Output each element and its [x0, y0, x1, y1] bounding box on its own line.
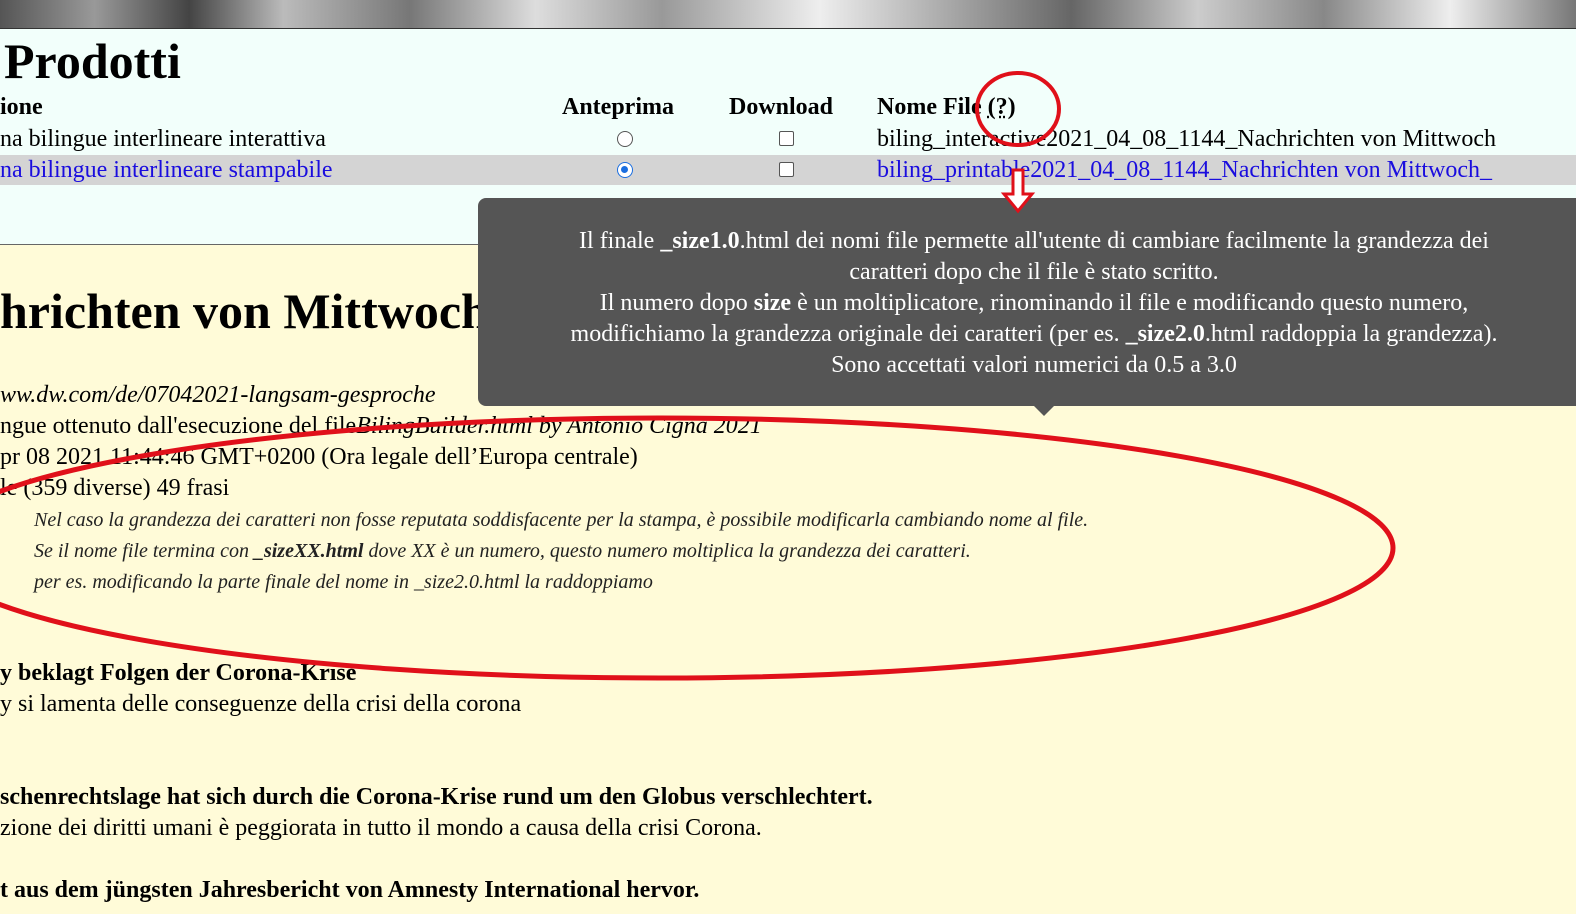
tooltip-line-4: modifichiamo la grandezza originale dei … — [502, 319, 1566, 350]
document-title: hrichten von Mittwoch — [0, 283, 489, 339]
row-description: na bilingue interlineare interattiva — [0, 126, 326, 152]
tooltip-text: modifichiamo la grandezza originale dei … — [570, 321, 1126, 347]
sentence-original: schenrechtslage hat sich durch die Coron… — [0, 784, 873, 810]
tooltip-line-5: Sono accettati valori numerici da 0.5 a … — [831, 352, 1237, 378]
filename-header-label: Nome File — [877, 94, 982, 120]
filename-help-icon[interactable]: (?) — [988, 94, 1016, 120]
tooltip-line-1: Il finale _size1.0.html dei nomi file pe… — [502, 226, 1566, 257]
preview-radio[interactable] — [617, 131, 633, 147]
tooltip-code: _size1.0 — [660, 228, 740, 254]
tooltip-text: Il numero dopo — [599, 290, 754, 316]
row-description-link[interactable]: na bilingue interlineare stampabile — [0, 155, 333, 185]
generator-file-name: BilingBuilder.html by Antonio Cigna 2021 — [356, 413, 762, 439]
table-row: na bilingue interlineare stampabile bili… — [0, 155, 1576, 185]
sentence-translation: y si lamenta delle conseguenze della cri… — [0, 691, 522, 717]
tooltip-text: .html dei nomi file permette all'utente … — [739, 228, 1489, 254]
table-row: na bilingue interlineare interattiva bil… — [0, 124, 1576, 154]
header-banner-image — [0, 0, 1576, 29]
column-header-description: ione — [0, 94, 43, 120]
size-note-line-3: per es. modificando la parte finale del … — [34, 571, 653, 593]
tooltip-line-2: caratteri dopo che il file è stato scrit… — [849, 259, 1219, 285]
generated-date: pr 08 2021 11:44:46 GMT+0200 (Ora legale… — [0, 444, 638, 470]
preview-radio-selected[interactable] — [617, 162, 633, 178]
source-url[interactable]: ww.dw.com/de/07042021-langsam-gesproche — [0, 380, 436, 410]
sentence-original: t aus dem jüngsten Jahresbericht von Amn… — [0, 877, 700, 903]
size-note-line-1: Nel caso la grandezza dei caratteri non … — [34, 509, 1089, 531]
generated-prefix: ngue ottenuto dall'esecuzione del file — [0, 413, 357, 439]
tooltip-code: size — [753, 290, 792, 316]
size-note-line-2: Se il nome file termina con _sizeXX.html… — [34, 537, 971, 565]
tooltip-line-3: Il numero dopo size è un moltiplicatore,… — [502, 288, 1566, 319]
generated-by-line: ngue ottenuto dall'esecuzione del fileBi… — [0, 411, 762, 441]
row-filename: biling_interactive2021_04_08_1144_Nachri… — [877, 126, 1496, 152]
download-checkbox[interactable] — [779, 162, 794, 177]
tooltip-text: .html raddoppia la grandezza). — [1204, 321, 1498, 347]
products-title: Prodotti — [4, 33, 181, 89]
tooltip-code: _size2.0 — [1125, 321, 1205, 347]
note-text: dove XX è un numero, questo numero molti… — [363, 540, 971, 562]
column-header-preview: Anteprima — [562, 94, 674, 120]
column-header-filename: Nome File (?) — [877, 93, 1016, 121]
column-header-download: Download — [729, 94, 834, 120]
download-checkbox[interactable] — [779, 131, 794, 146]
word-stats: le (359 diverse) 49 frasi — [0, 475, 230, 501]
tooltip-text: Il finale — [579, 228, 661, 254]
row-filename-link[interactable]: biling_printable2021_04_08_1144_Nachrich… — [877, 155, 1492, 185]
sentence-translation: zione dei diritti umani è peggiorata in … — [0, 815, 762, 841]
tooltip-text: è un moltiplicatore, rinominando il file… — [791, 290, 1469, 316]
note-text: Se il nome file termina con — [34, 540, 254, 562]
sentence-original: y beklagt Folgen der Corona-Krise — [0, 660, 357, 686]
note-size-code: _sizeXX.html — [253, 540, 364, 562]
filename-help-tooltip: Il finale _size1.0.html dei nomi file pe… — [478, 198, 1576, 416]
